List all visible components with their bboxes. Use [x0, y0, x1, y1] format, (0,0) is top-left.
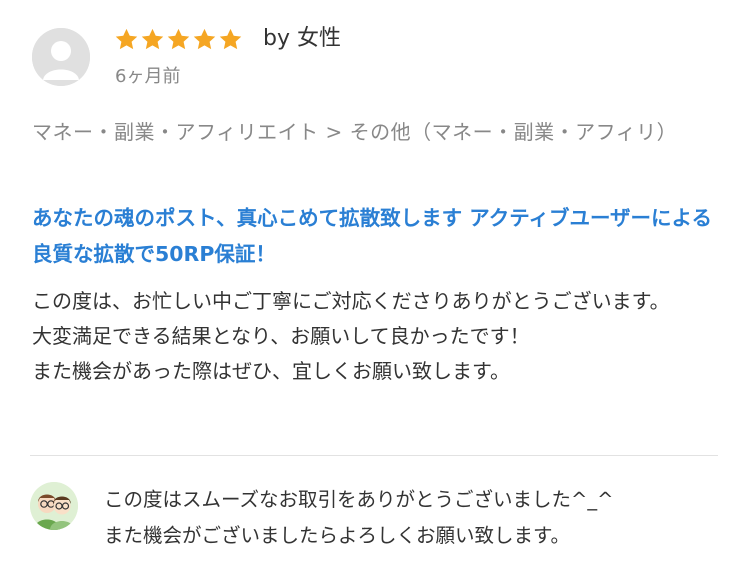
divider [30, 455, 718, 456]
review-header: by 女性 6ヶ月前 [32, 24, 722, 96]
star-icon [218, 27, 243, 52]
reply-text: この度はスムーズなお取引をありがとうございました^_^ また機会がございましたら… [104, 488, 614, 547]
review-date: 6ヶ月前 [115, 66, 181, 87]
reviewer-label: by 女性 [263, 26, 341, 51]
seller-avatar-icon [30, 482, 78, 530]
seller-reply: この度はスムーズなお取引をありがとうございました^_^ また機会がございましたら… [30, 478, 730, 568]
service-title-link[interactable]: あなたの魂のポスト、真心こめて拡散致します アクティブユーザーによる良質な拡散で… [32, 200, 722, 272]
review-body: この度は、お忙しい中ご丁寧にご対応くださりありがとうございます。 大変満足できる… [32, 289, 670, 383]
star-icon [192, 27, 217, 52]
star-icon [166, 27, 191, 52]
review-card: by 女性 6ヶ月前 マネー・副業・アフィリエイト > その他（マネー・副業・ア… [32, 24, 722, 383]
star-rating [114, 27, 243, 52]
service-category: マネー・副業・アフィリエイト > その他（マネー・副業・アフィリ） [32, 120, 678, 144]
reviewer-avatar-icon [32, 28, 90, 86]
star-icon [114, 27, 139, 52]
star-icon [140, 27, 165, 52]
